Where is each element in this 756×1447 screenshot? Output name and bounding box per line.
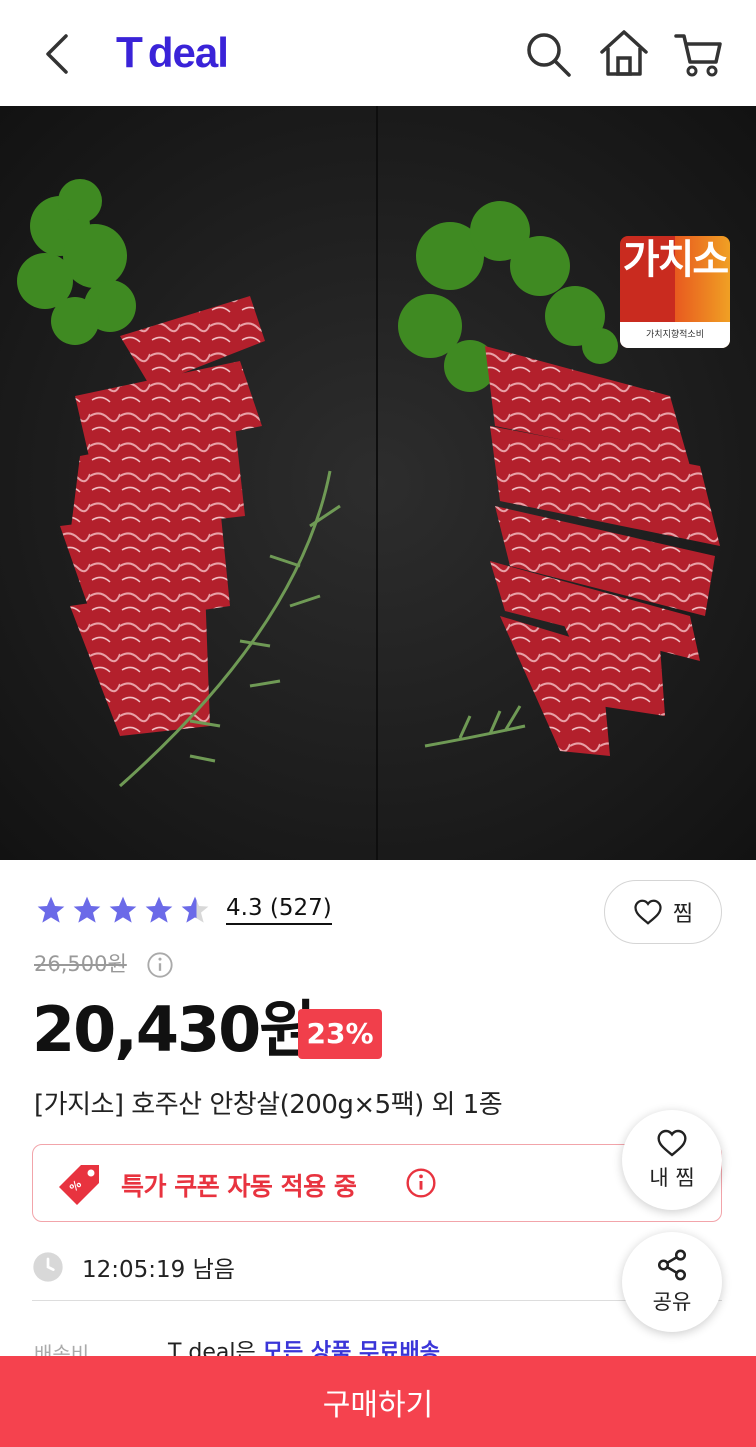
back-button[interactable]	[34, 30, 82, 78]
home-icon	[600, 30, 648, 76]
discount-badge: 23%	[298, 1009, 382, 1059]
rating-score: 4.3	[226, 895, 263, 921]
divider	[32, 1300, 722, 1301]
heart-icon	[657, 1129, 687, 1157]
search-icon	[527, 33, 571, 77]
brand-badge-text: 가치소	[622, 237, 729, 283]
brand-badge: 가치소 가치지향적소비	[620, 236, 730, 348]
star-icon	[145, 896, 173, 923]
cart-icon	[674, 34, 722, 77]
star-rating	[34, 894, 212, 926]
home-button[interactable]	[598, 28, 650, 80]
product-image[interactable]: 가치소 가치지향적소비	[0, 106, 756, 860]
search-button[interactable]	[522, 28, 574, 80]
wish-button[interactable]: 찜	[604, 880, 722, 944]
share-label: 공유	[652, 1290, 692, 1314]
rating-row[interactable]: 4.3 (527)	[34, 890, 332, 930]
coupon-info-icon[interactable]	[405, 1167, 437, 1199]
buy-button[interactable]: 구매하기	[0, 1356, 756, 1447]
share-icon	[657, 1249, 687, 1281]
deal-timer: 12:05:19 남음	[32, 1250, 235, 1284]
sale-price: 20,430원	[32, 993, 316, 1066]
back-arrow-icon	[46, 34, 68, 74]
original-price: 26,500원	[34, 952, 127, 976]
share-floating-button[interactable]: 공유	[622, 1232, 722, 1332]
cart-button[interactable]	[672, 28, 724, 80]
heart-icon	[634, 899, 662, 925]
my-wish-floating-button[interactable]: 내 찜	[622, 1110, 722, 1210]
coupon-banner[interactable]: % 특가 쿠폰 자동 적용 중	[32, 1144, 722, 1222]
logo-text: deal	[147, 29, 229, 76]
product-title: [가지소] 호주산 안창살(200g×5팩) 외 1종	[34, 1090, 503, 1120]
timer-text: 12:05:19 남음	[82, 1257, 235, 1283]
star-half-icon	[181, 896, 209, 923]
wish-label: 찜	[672, 902, 694, 927]
review-count: (527)	[269, 895, 332, 921]
rating-summary[interactable]: 4.3 (527)	[226, 895, 332, 925]
my-wish-label: 내 찜	[649, 1166, 695, 1190]
coupon-text: 특가 쿠폰 자동 적용 중	[121, 1172, 357, 1201]
brand-badge-subtext: 가치지향적소비	[620, 322, 730, 348]
logo-prefix: T	[116, 28, 143, 77]
star-icon	[37, 896, 65, 923]
info-icon[interactable]	[146, 951, 174, 979]
star-icon	[109, 896, 137, 923]
top-app-bar: Tdeal	[0, 0, 756, 107]
coupon-tag-icon: %	[59, 1165, 99, 1205]
clock-icon	[33, 1252, 63, 1282]
tdeal-logo[interactable]: Tdeal	[116, 28, 229, 78]
star-icon	[73, 896, 101, 923]
beef-photo	[17, 106, 720, 860]
